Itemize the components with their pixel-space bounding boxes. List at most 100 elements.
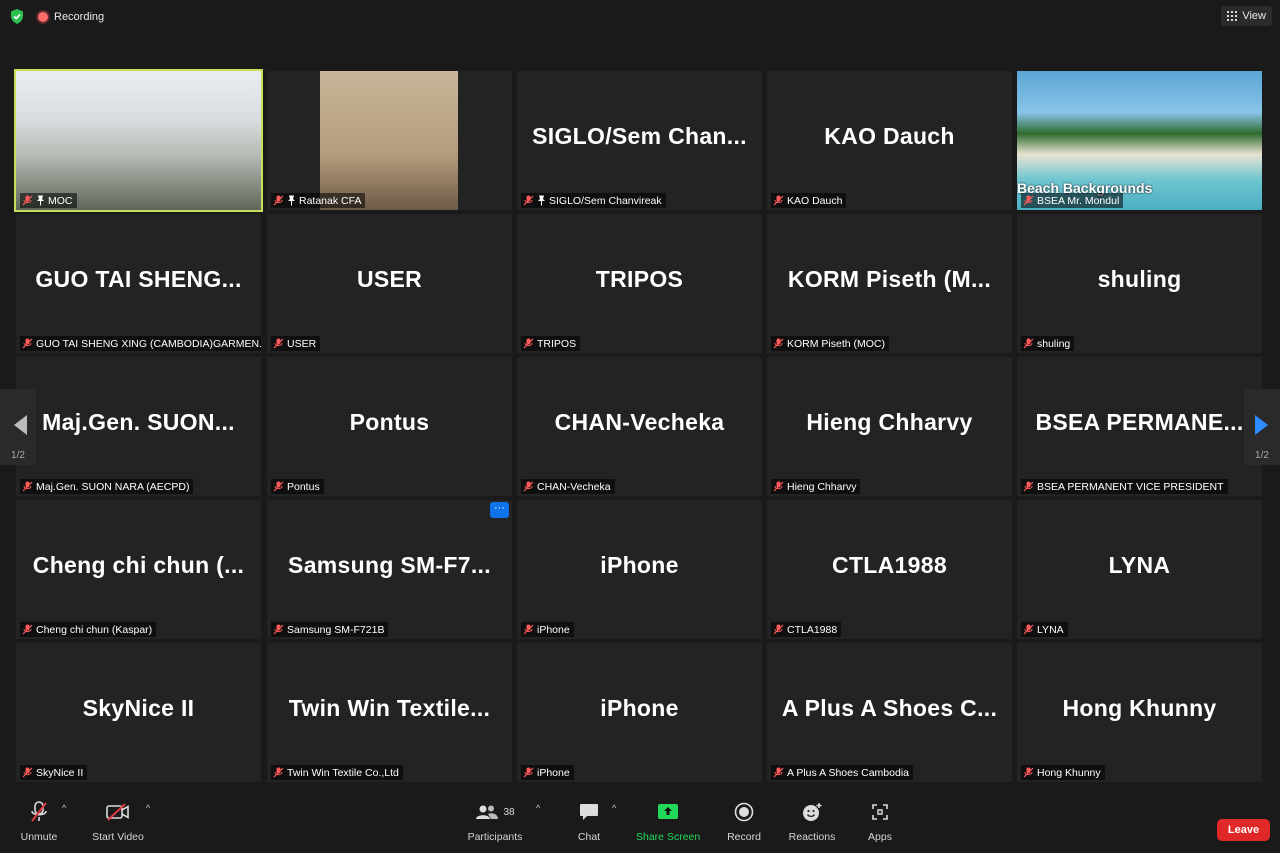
participant-name: SIGLO/Sem Chan...: [532, 123, 747, 149]
participant-label: BSEA Mr. Mondul: [1021, 193, 1124, 208]
chat-label: Chat: [577, 831, 601, 843]
participant-label: Samsung SM-F721B: [271, 622, 389, 637]
participant-label-text: CHAN-Vecheka: [537, 480, 611, 493]
unmute-button[interactable]: Unmute: [18, 799, 60, 849]
participant-label-text: CTLA1988: [787, 623, 838, 636]
pin-icon: [288, 195, 295, 206]
participant-label: SIGLO/Sem Chanvireak: [521, 193, 666, 208]
top-bar: Recording View: [0, 0, 1280, 34]
participant-label: Hong Khunny: [1021, 765, 1105, 780]
share-screen-button[interactable]: Share Screen: [636, 799, 700, 849]
more-options-button[interactable]: ···: [490, 502, 509, 518]
participant-tile[interactable]: SkyNice II SkyNice II: [16, 643, 261, 782]
participant-name: SkyNice II: [82, 695, 195, 721]
participant-tile[interactable]: LYNA LYNA: [1017, 500, 1262, 639]
participant-name: Maj.Gen. SUON...: [42, 409, 235, 435]
reactions-button[interactable]: Reactions: [788, 799, 836, 849]
participant-label: Twin Win Textile Co.,Ltd: [271, 765, 403, 780]
participant-label: LYNA: [1021, 622, 1068, 637]
leave-button[interactable]: Leave: [1217, 819, 1270, 841]
participant-label-text: A Plus A Shoes Cambodia: [787, 766, 909, 779]
participant-tile[interactable]: Samsung SM-F7... Samsung SM-F721B ···: [267, 500, 512, 639]
participant-tile[interactable]: KAO Dauch KAO Dauch: [767, 71, 1012, 210]
participant-label: Hieng Chharvy: [771, 479, 861, 494]
muted-microphone-icon: [523, 481, 534, 492]
participant-label-text: TRIPOS: [537, 337, 577, 350]
participant-tile[interactable]: CHAN-Vecheka CHAN-Vecheka: [517, 357, 762, 496]
participants-button[interactable]: 38 Participants: [465, 799, 525, 849]
participants-options-caret-icon[interactable]: ^: [536, 803, 544, 813]
apps-label: Apps: [868, 831, 892, 843]
participant-label: TRIPOS: [521, 336, 581, 351]
record-button[interactable]: Record: [724, 799, 764, 849]
muted-microphone-icon: [1023, 624, 1034, 635]
participant-label-text: shuling: [1037, 337, 1071, 350]
participant-tile[interactable]: USER USER: [267, 214, 512, 353]
view-button[interactable]: View: [1221, 6, 1272, 26]
participant-label: BSEA PERMANENT VICE PRESIDENT: [1021, 479, 1228, 494]
participant-label: KAO Dauch: [771, 193, 847, 208]
participant-tile[interactable]: Ratanak CFA: [267, 71, 512, 210]
muted-microphone-icon: [273, 624, 284, 635]
participant-label: MOC: [20, 193, 77, 208]
participant-tile[interactable]: CTLA1988 CTLA1988: [767, 500, 1012, 639]
participant-name: Pontus: [349, 409, 430, 435]
participant-label: iPhone: [521, 765, 574, 780]
participant-label: Cheng chi chun (Kaspar): [20, 622, 157, 637]
previous-page-button[interactable]: 1/2: [0, 389, 36, 465]
participant-tile[interactable]: MOC: [14, 69, 263, 212]
participant-label-text: Hieng Chharvy: [787, 480, 857, 493]
participant-tile[interactable]: BSEA PERMANE... BSEA PERMANENT VICE PRESI…: [1017, 357, 1262, 496]
chat-button[interactable]: Chat: [570, 799, 608, 849]
participant-label-text: Samsung SM-F721B: [287, 623, 385, 636]
participant-label: KORM Piseth (MOC): [771, 336, 890, 351]
participant-label-text: SkyNice II: [36, 766, 84, 779]
grid-view-icon: [1227, 11, 1238, 21]
microphone-muted-icon: [31, 801, 47, 822]
participant-tile[interactable]: A Plus A Shoes C... A Plus A Shoes Cambod…: [767, 643, 1012, 782]
participant-name: shuling: [1097, 266, 1182, 292]
participant-tile[interactable]: Twin Win Textile... Twin Win Textile Co.,…: [267, 643, 512, 782]
participant-name: BSEA PERMANE...: [1035, 409, 1244, 435]
participant-label-text: Ratanak CFA: [299, 194, 362, 207]
participant-name: KORM Piseth (M...: [787, 266, 992, 292]
participant-tile[interactable]: Hieng Chharvy Hieng Chharvy: [767, 357, 1012, 496]
participant-label: CTLA1988: [771, 622, 842, 637]
participant-label-text: Maj.Gen. SUON NARA (AECPD): [36, 480, 190, 493]
share-screen-icon: [658, 804, 678, 819]
security-shield-icon[interactable]: [10, 9, 24, 24]
participant-tile[interactable]: GUO TAI SHENG... GUO TAI SHENG XING (CAMB…: [16, 214, 261, 353]
participant-tile[interactable]: Pontus Pontus: [267, 357, 512, 496]
muted-microphone-icon: [773, 195, 784, 206]
participant-tile[interactable]: Cheng chi chun (... Cheng chi chun (Kaspa…: [16, 500, 261, 639]
participant-name: CTLA1988: [832, 552, 947, 578]
apps-button[interactable]: Apps: [863, 799, 897, 849]
participant-tile[interactable]: TRIPOS TRIPOS: [517, 214, 762, 353]
participant-label: GUO TAI SHENG XING (CAMBODIA)GARMEN...: [20, 336, 261, 351]
chat-options-caret-icon[interactable]: ^: [612, 803, 620, 813]
participant-tile[interactable]: KORM Piseth (M... KORM Piseth (MOC): [767, 214, 1012, 353]
participant-tile[interactable]: SIGLO/Sem Chan... SIGLO/Sem Chanvireak: [517, 71, 762, 210]
participant-tile[interactable]: shuling shuling: [1017, 214, 1262, 353]
video-options-caret-icon[interactable]: ^: [146, 803, 154, 813]
participant-tile[interactable]: iPhone iPhone: [517, 500, 762, 639]
participant-tile[interactable]: Hong Khunny Hong Khunny: [1017, 643, 1262, 782]
start-video-button[interactable]: Start Video: [90, 799, 146, 849]
audio-options-caret-icon[interactable]: ^: [62, 803, 70, 813]
muted-microphone-icon: [22, 338, 33, 349]
muted-microphone-icon: [1023, 195, 1034, 206]
muted-microphone-icon: [22, 195, 33, 206]
unmute-label: Unmute: [20, 831, 58, 843]
participant-tile[interactable]: Maj.Gen. SUON... Maj.Gen. SUON NARA (AECP…: [16, 357, 261, 496]
next-page-button[interactable]: 1/2: [1244, 389, 1280, 465]
participant-tile[interactable]: iPhone iPhone: [517, 643, 762, 782]
participant-label-text: iPhone: [537, 766, 570, 779]
apps-icon: [872, 804, 888, 820]
participant-name: Twin Win Textile...: [288, 695, 491, 721]
participant-label-text: Pontus: [287, 480, 320, 493]
participant-label-text: KAO Dauch: [787, 194, 843, 207]
participant-name: Cheng chi chun (...: [32, 552, 245, 578]
muted-microphone-icon: [773, 624, 784, 635]
participant-tile[interactable]: Beach Backgrounds BSEA Mr. Mondul: [1017, 71, 1262, 210]
recording-indicator[interactable]: Recording: [38, 8, 104, 26]
